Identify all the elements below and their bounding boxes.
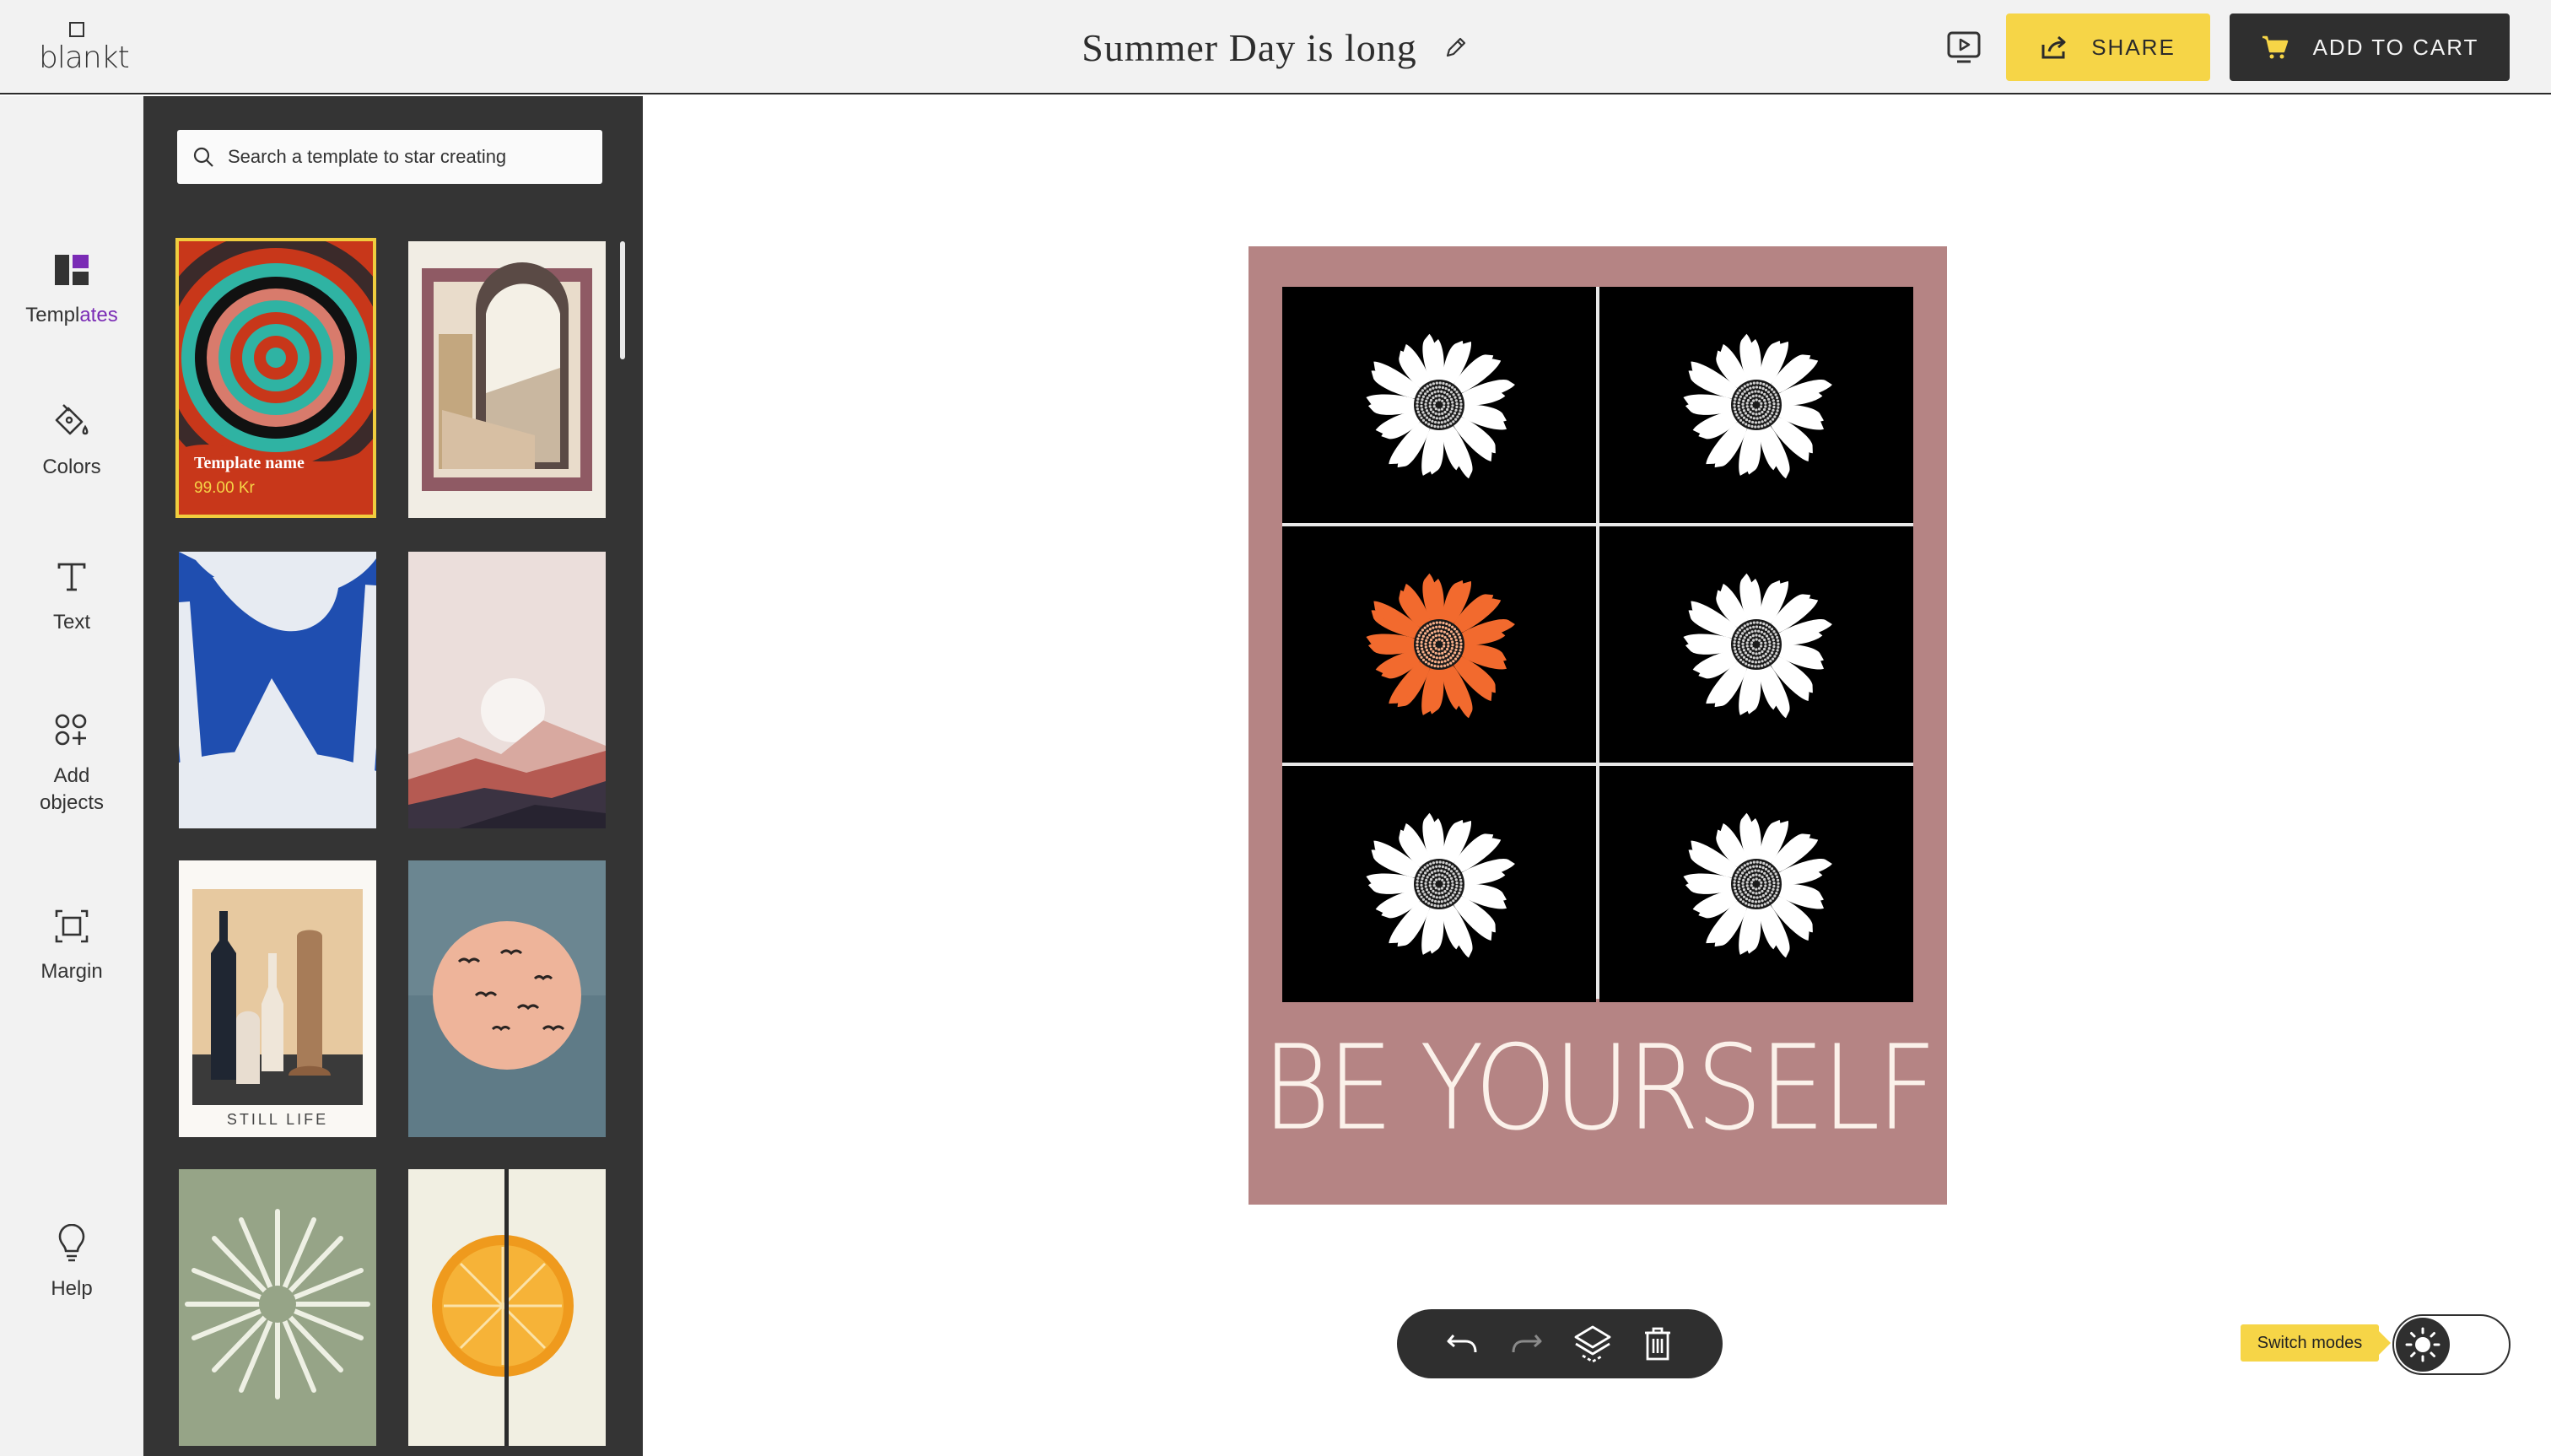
sidebar-item-label: Margin (40, 960, 103, 983)
sidebar-item-label: Help (51, 1277, 93, 1300)
switch-modes-tooltip: Switch modes (2241, 1324, 2391, 1362)
tool-sidebar: Templates Colors Text Add objects Margin… (0, 96, 143, 1456)
logo-wordmark: blankt (39, 40, 130, 75)
daisy-image (1683, 573, 1832, 719)
template-thumbnail-orange[interactable] (408, 1169, 606, 1446)
sidebar-item-label: Colors (42, 456, 101, 478)
toggle-knob (2396, 1318, 2450, 1372)
search-icon (193, 147, 213, 167)
delete-button[interactable] (1637, 1324, 1678, 1364)
top-header: blankt Summer Day is long SHARE ADD TO C… (0, 0, 2551, 94)
document-title[interactable]: Summer Day is long (1081, 25, 1416, 70)
sun-icon (2405, 1327, 2440, 1362)
mode-toggle-switch[interactable] (2392, 1314, 2511, 1375)
template-thumbnail-blue-abstract[interactable] (179, 552, 376, 828)
templates-icon (51, 250, 92, 290)
layers-icon (1574, 1325, 1610, 1363)
search-input[interactable] (228, 146, 582, 168)
sidebar-item-templates[interactable]: Templates (0, 250, 143, 329)
flower-tile[interactable] (1282, 766, 1596, 1002)
design-canvas-poster[interactable]: BE YOURSELF (1249, 246, 1947, 1205)
template-price: 99.00 Kr (194, 479, 255, 497)
add-to-cart-label: ADD TO CART (2312, 34, 2479, 60)
template-thumbnail-coral[interactable] (179, 1169, 376, 1446)
layers-button[interactable] (1572, 1324, 1613, 1364)
daisy-image (1366, 573, 1515, 719)
daisy-image (1366, 812, 1515, 958)
trash-icon (1644, 1327, 1670, 1361)
template-thumbnail-still-life[interactable]: STILL LIFE (179, 860, 376, 1137)
template-thumbnail-window[interactable] (408, 241, 606, 518)
sidebar-item-text[interactable]: Text (0, 557, 143, 636)
sidebar-item-label: Text (52, 611, 90, 634)
panel-scrollbar[interactable] (620, 241, 625, 359)
cart-icon (2262, 35, 2288, 59)
text-icon (51, 557, 92, 597)
preview-button[interactable] (1944, 29, 1983, 66)
share-label: SHARE (2091, 34, 2176, 60)
margin-icon (51, 906, 92, 946)
flower-tile[interactable] (1599, 287, 1913, 523)
template-thumbnail-birds-sun[interactable] (408, 860, 606, 1137)
add-to-cart-button[interactable]: ADD TO CART (2230, 13, 2510, 81)
undo-button[interactable] (1442, 1324, 1482, 1364)
template-search[interactable] (177, 130, 602, 184)
sidebar-item-margin[interactable]: Margin (0, 906, 143, 985)
redo-icon (1512, 1335, 1542, 1353)
lightbulb-icon (51, 1223, 92, 1264)
pencil-edit-icon[interactable] (1443, 34, 1470, 61)
template-thumbnail-swirl[interactable]: Template name 99.00 Kr (175, 238, 376, 518)
edit-toolbar (1397, 1309, 1723, 1378)
templates-panel: Template name 99.00 Kr (143, 96, 643, 1456)
flower-tile[interactable] (1599, 766, 1913, 1002)
sidebar-item-help[interactable]: Help (0, 1223, 143, 1302)
poster-slogan[interactable]: BE YOURSELF (1249, 1021, 1947, 1157)
daisy-image (1683, 812, 1832, 958)
paint-bucket-icon (51, 402, 92, 442)
sidebar-item-label: Add objects (39, 764, 105, 814)
sidebar-item-colors[interactable]: Colors (0, 402, 143, 481)
brand-logo[interactable]: blankt (37, 19, 130, 78)
still-life-caption: STILL LIFE (226, 1111, 329, 1128)
redo-button[interactable] (1507, 1324, 1547, 1364)
sidebar-item-add-objects[interactable]: Add objects (0, 710, 143, 817)
preview-play-icon (1947, 31, 1981, 63)
add-objects-icon (51, 710, 92, 751)
logo-square-mark (69, 22, 84, 37)
template-name: Template name (194, 454, 305, 472)
share-icon (2041, 35, 2066, 59)
daisy-image (1683, 333, 1832, 479)
daisy-image (1366, 333, 1515, 479)
undo-icon (1447, 1335, 1477, 1353)
flower-photo-grid (1282, 287, 1913, 1002)
sidebar-item-label: Templates (25, 304, 118, 326)
flower-tile[interactable] (1599, 526, 1913, 763)
template-thumbnail-mountains[interactable] (408, 552, 606, 828)
share-button[interactable]: SHARE (2006, 13, 2210, 81)
flower-tile-orange[interactable] (1282, 526, 1596, 763)
flower-tile[interactable] (1282, 287, 1596, 523)
